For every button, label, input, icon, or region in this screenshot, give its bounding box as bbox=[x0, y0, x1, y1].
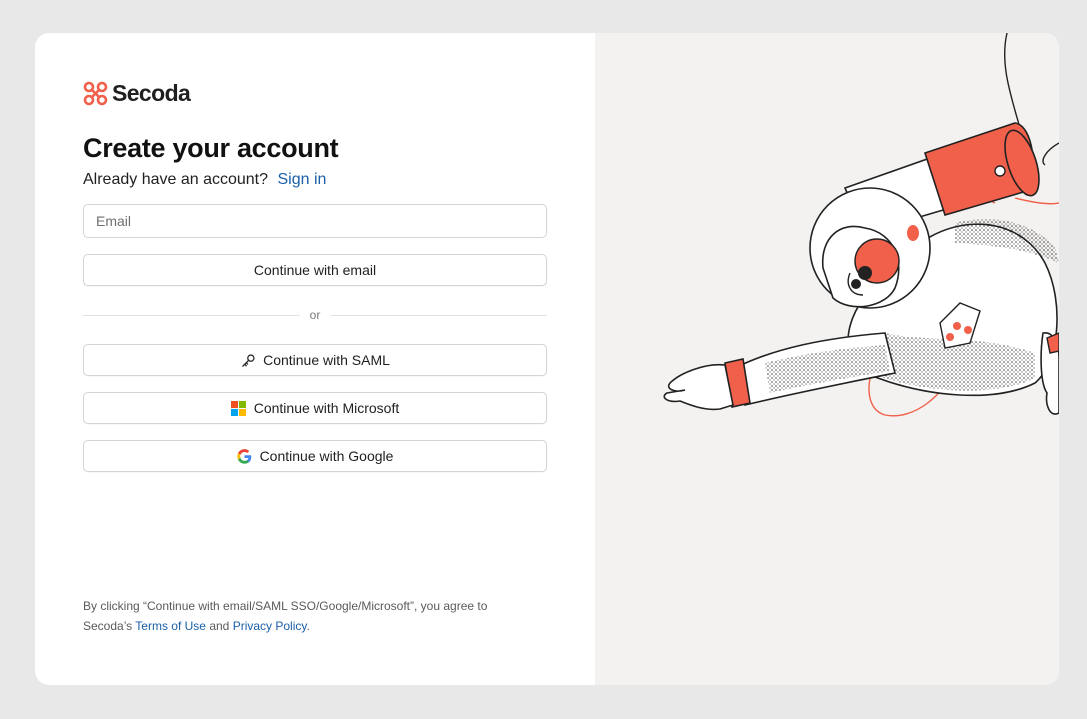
signin-prompt-row: Already have an account? Sign in bbox=[83, 171, 547, 189]
astronaut-illustration bbox=[663, 33, 1059, 417]
illustration-panel bbox=[595, 33, 1059, 685]
legal-suffix: . bbox=[306, 619, 310, 633]
signin-link[interactable]: Sign in bbox=[277, 171, 326, 188]
continue-email-button[interactable]: Continue with email bbox=[83, 254, 547, 286]
privacy-policy-link[interactable]: Privacy Policy bbox=[233, 619, 307, 633]
continue-email-label: Continue with email bbox=[253, 262, 377, 278]
continue-google-label: Continue with Google bbox=[259, 448, 394, 464]
email-field[interactable] bbox=[83, 204, 547, 238]
divider-text: or bbox=[309, 308, 321, 322]
signin-prompt-text: Already have an account? bbox=[83, 171, 269, 188]
page-title: Create your account bbox=[83, 133, 339, 163]
continue-google-button[interactable]: Continue with Google bbox=[83, 440, 547, 472]
signup-card: Secoda Create your account Already have … bbox=[35, 33, 1059, 685]
signup-panel: Secoda Create your account Already have … bbox=[35, 33, 595, 685]
continue-saml-label: Continue with SAML bbox=[263, 352, 390, 368]
google-logo-icon bbox=[237, 448, 253, 464]
divider-line-right bbox=[330, 314, 548, 316]
microsoft-logo-icon bbox=[231, 400, 247, 416]
legal-and: and bbox=[209, 619, 230, 633]
key-icon bbox=[240, 352, 256, 368]
secoda-logo-icon bbox=[83, 81, 108, 105]
continue-microsoft-label: Continue with Microsoft bbox=[253, 400, 400, 416]
continue-microsoft-button[interactable]: Continue with Microsoft bbox=[83, 392, 547, 424]
brand-logo: Secoda bbox=[83, 80, 547, 106]
legal-notice: By clicking “Continue with email/SAML SS… bbox=[83, 596, 523, 636]
or-divider: or bbox=[83, 308, 548, 322]
divider-line-left bbox=[83, 314, 300, 316]
brand-name: Secoda bbox=[112, 79, 191, 106]
continue-saml-button[interactable]: Continue with SAML bbox=[83, 344, 547, 376]
terms-of-use-link[interactable]: Terms of Use bbox=[135, 619, 206, 633]
